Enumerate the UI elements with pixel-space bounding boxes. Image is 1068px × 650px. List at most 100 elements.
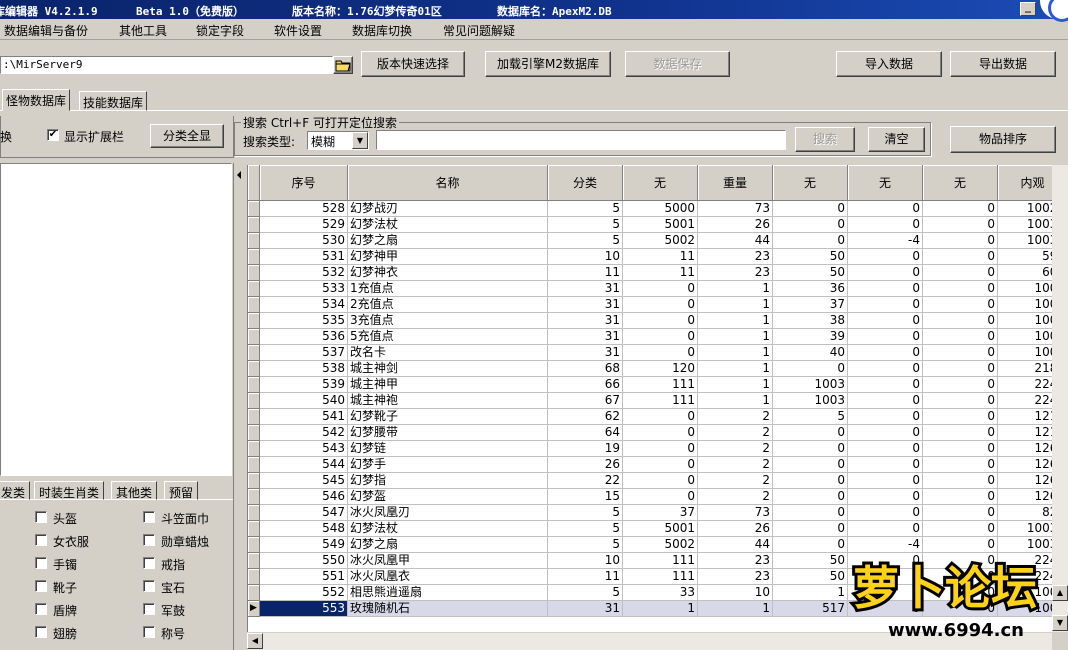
table-cell[interactable]: 26 xyxy=(548,457,623,473)
tab-hair-category[interactable]: 发类 xyxy=(0,481,31,500)
table-cell[interactable]: 26 xyxy=(698,521,773,537)
table-cell[interactable]: 幻梦之扇 xyxy=(348,537,548,553)
table-cell[interactable]: 0 xyxy=(923,601,998,617)
table-cell[interactable]: 37 xyxy=(623,505,698,521)
table-cell[interactable]: 120 xyxy=(623,361,698,377)
row-indicator[interactable] xyxy=(248,441,260,457)
table-row[interactable]: 537 改名卡 31 0 1 40 0 0 1002 xyxy=(248,345,1068,361)
category-checkbox[interactable] xyxy=(143,626,155,638)
table-cell[interactable]: 23 xyxy=(698,265,773,281)
category-checkbox[interactable] xyxy=(35,603,47,615)
chevron-down-icon[interactable]: ▼ xyxy=(352,132,368,149)
table-cell[interactable]: 0 xyxy=(848,489,923,505)
table-cell[interactable]: 31 xyxy=(548,281,623,297)
table-cell[interactable]: 0 xyxy=(623,425,698,441)
table-cell[interactable]: 幻梦链 xyxy=(348,441,548,457)
table-cell[interactable]: 幻梦法杖 xyxy=(348,521,548,537)
table-row[interactable]: 546 幻梦盔 15 0 2 0 0 0 1265 xyxy=(248,489,1068,505)
row-indicator[interactable] xyxy=(248,457,260,473)
table-cell[interactable]: 0 xyxy=(923,553,998,569)
table-cell[interactable]: 1003 xyxy=(773,377,848,393)
table-cell[interactable]: 111 xyxy=(623,553,698,569)
table-cell[interactable]: 0 xyxy=(923,297,998,313)
table-cell[interactable]: 538 xyxy=(260,361,348,377)
tab-other-category[interactable]: 其他类 xyxy=(111,481,158,500)
row-indicator[interactable] xyxy=(248,265,260,281)
table-cell[interactable]: 0 xyxy=(773,489,848,505)
column-header[interactable]: 无 xyxy=(773,165,848,201)
table-cell[interactable]: 幻梦神甲 xyxy=(348,249,548,265)
table-cell[interactable]: 城主神甲 xyxy=(348,377,548,393)
table-cell[interactable]: 5 xyxy=(548,201,623,217)
row-indicator[interactable] xyxy=(248,377,260,393)
table-cell[interactable]: 0 xyxy=(848,457,923,473)
table-cell[interactable]: 0 xyxy=(773,473,848,489)
table-cell[interactable]: 50 xyxy=(773,553,848,569)
table-cell[interactable]: 5001 xyxy=(623,217,698,233)
table-cell[interactable]: -4 xyxy=(848,233,923,249)
row-indicator[interactable] xyxy=(248,345,260,361)
table-cell[interactable]: 5002 xyxy=(623,537,698,553)
table-cell[interactable]: 0 xyxy=(623,281,698,297)
table-cell[interactable]: 530 xyxy=(260,233,348,249)
table-cell[interactable]: 23 xyxy=(698,553,773,569)
table-cell[interactable]: 0 xyxy=(623,409,698,425)
table-cell[interactable]: 0 xyxy=(923,409,998,425)
table-cell[interactable]: 0 xyxy=(773,217,848,233)
table-row[interactable]: 547冰火凤凰刃53773000828 xyxy=(248,505,1068,521)
row-indicator[interactable] xyxy=(248,537,260,553)
table-cell[interactable]: 0 xyxy=(773,537,848,553)
table-cell[interactable]: 0 xyxy=(848,361,923,377)
row-indicator[interactable] xyxy=(248,297,260,313)
table-row[interactable]: 545 幻梦指 22 0 2 0 0 0 1260 xyxy=(248,473,1068,489)
table-cell[interactable]: 1 xyxy=(623,601,698,617)
table-cell[interactable]: 0 xyxy=(923,457,998,473)
row-indicator[interactable] xyxy=(248,473,260,489)
row-indicator[interactable] xyxy=(248,201,260,217)
table-cell[interactable]: 0 xyxy=(848,345,923,361)
table-cell[interactable]: 5 xyxy=(548,505,623,521)
table-cell[interactable]: 0 xyxy=(923,537,998,553)
column-header[interactable]: 名称 xyxy=(348,165,548,201)
tab-fashion-zodiac[interactable]: 时装生肖类 xyxy=(34,481,105,500)
category-checkbox[interactable] xyxy=(143,511,155,523)
table-cell[interactable]: 44 xyxy=(698,537,773,553)
table-cell[interactable]: 543 xyxy=(260,441,348,457)
table-cell[interactable]: 2 xyxy=(698,425,773,441)
table-cell[interactable]: 0 xyxy=(623,297,698,313)
table-cell[interactable]: 0 xyxy=(848,201,923,217)
table-cell[interactable]: 551 xyxy=(260,569,348,585)
table-cell[interactable]: 幻梦神衣 xyxy=(348,265,548,281)
table-cell[interactable]: 0 xyxy=(923,425,998,441)
table-cell[interactable]: 111 xyxy=(623,569,698,585)
table-cell[interactable]: 31 xyxy=(548,297,623,313)
table-cell[interactable]: 67 xyxy=(548,393,623,409)
table-cell[interactable]: 1 xyxy=(698,345,773,361)
table-cell[interactable]: 26 xyxy=(698,217,773,233)
table-cell[interactable]: 幻梦之扇 xyxy=(348,233,548,249)
table-row[interactable]: 542 幻梦腰带 64 0 2 0 0 0 1217 xyxy=(248,425,1068,441)
table-cell[interactable]: 1 xyxy=(698,601,773,617)
table-cell[interactable]: 5 xyxy=(773,409,848,425)
table-cell[interactable]: 547 xyxy=(260,505,348,521)
item-data-grid[interactable]: 序号 名称 分类无重量无无无内观 528 幻梦战刃 5 5000 73 0 0 0 10029 529 幻… xyxy=(247,165,1068,632)
row-indicator[interactable] xyxy=(248,553,260,569)
table-cell[interactable]: 11 xyxy=(623,265,698,281)
table-cell[interactable]: 0 xyxy=(773,457,848,473)
table-cell[interactable]: 73 xyxy=(698,505,773,521)
table-cell[interactable]: 10 xyxy=(548,553,623,569)
table-cell[interactable]: 531 xyxy=(260,249,348,265)
table-row[interactable]: 549 幻梦之扇 5 5002 44 0 -4 0 10035 xyxy=(248,537,1068,553)
table-cell[interactable]: 0 xyxy=(848,377,923,393)
table-cell[interactable]: 2 xyxy=(698,473,773,489)
table-cell[interactable]: 36 xyxy=(773,281,848,297)
row-indicator[interactable] xyxy=(248,425,260,441)
table-cell[interactable]: 5 xyxy=(548,537,623,553)
category-checkbox[interactable] xyxy=(35,580,47,592)
column-header[interactable]: 无 xyxy=(923,165,998,201)
table-cell[interactable]: 11 xyxy=(623,249,698,265)
row-indicator[interactable] xyxy=(248,233,260,249)
table-cell[interactable]: 2 xyxy=(698,489,773,505)
save-data-button[interactable]: 数据保存 xyxy=(625,51,730,77)
table-cell[interactable]: 0 xyxy=(923,569,998,585)
